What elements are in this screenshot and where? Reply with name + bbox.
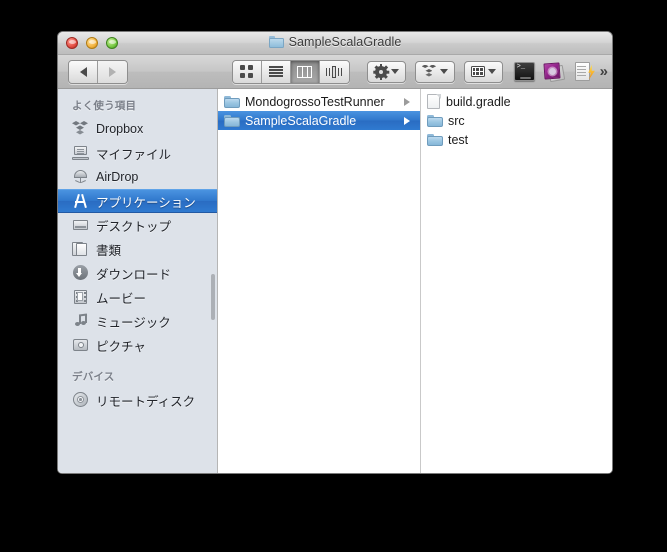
coverflow-icon: [326, 65, 343, 78]
arrange-button[interactable]: [463, 60, 503, 83]
dropbox-icon: [72, 121, 89, 137]
music-icon: [72, 313, 89, 329]
list-icon: [268, 66, 283, 77]
list-item[interactable]: build.gradle: [421, 92, 612, 111]
sidebar-item-desktop[interactable]: デスクトップ: [58, 213, 217, 237]
list-item[interactable]: src: [421, 111, 612, 130]
window-body: よく使う項目 Dropbox マイファイル AirDrop アプリケーション デ…: [58, 89, 612, 473]
movies-icon: [72, 289, 89, 305]
forward-button[interactable]: [98, 60, 127, 83]
chevron-right-icon: [404, 97, 416, 106]
chevron-down-icon: [390, 69, 399, 74]
dropbox-button[interactable]: [414, 60, 455, 83]
chevron-right-icon: [109, 66, 116, 77]
window-titlebar[interactable]: SampleScalaGradle: [58, 32, 612, 55]
column-browser: MondogrossoTestRunner SampleScalaGradle …: [218, 89, 612, 473]
my-files-icon: [72, 145, 89, 161]
arrange-grid-icon: [470, 66, 485, 77]
item-label: build.gradle: [446, 94, 511, 109]
item-label: SampleScalaGradle: [245, 113, 357, 128]
folder-icon: [224, 95, 240, 108]
sidebar-item-label: リモートディスク: [96, 394, 196, 409]
sidebar-item-label: ピクチャ: [96, 339, 146, 354]
folder-icon: [224, 114, 240, 127]
folder-icon: [427, 133, 443, 146]
terminal-icon[interactable]: [513, 62, 535, 81]
photo-app-icon[interactable]: [543, 61, 566, 82]
sidebar-item-downloads[interactable]: ダウンロード: [58, 261, 217, 285]
desktop-icon: [72, 217, 89, 233]
file-icon: [427, 94, 441, 109]
toolbar-overflow-button[interactable]: »: [600, 64, 608, 79]
sidebar-item-label: ダウンロード: [96, 267, 172, 282]
sidebar-section-favorites-header: よく使う項目: [72, 100, 137, 112]
sidebar-item-movies[interactable]: ムービー: [58, 285, 217, 309]
sidebar-item-label: Dropbox: [96, 122, 144, 136]
sidebar-item-label: ミュージック: [96, 315, 171, 330]
sidebar-section-devices-header: デバイス: [72, 371, 115, 383]
applications-icon: [72, 193, 89, 209]
sidebar-scrollbar[interactable]: [211, 274, 215, 320]
folder-icon: [427, 114, 443, 127]
grid-icon: [240, 65, 254, 78]
sidebar-item-label: アプリケーション: [96, 195, 196, 210]
sidebar-item-music[interactable]: ミュージック: [58, 309, 217, 333]
column-view-button[interactable]: [290, 60, 320, 83]
icon-view-button[interactable]: [232, 60, 262, 83]
sidebar-item-documents[interactable]: 書類: [58, 237, 217, 261]
sidebar-item-airdrop[interactable]: AirDrop: [58, 165, 217, 189]
list-item[interactable]: test: [421, 130, 612, 149]
window-controls: [66, 37, 118, 49]
doc-lightning-icon[interactable]: [574, 61, 596, 82]
browser-column-2: build.gradle src test: [421, 89, 612, 473]
item-label: test: [448, 132, 469, 147]
folder-icon: [268, 36, 284, 48]
minimize-button[interactable]: [86, 37, 98, 49]
list-view-button[interactable]: [261, 60, 291, 83]
sidebar-item-label: マイファイル: [96, 147, 172, 162]
finder-window: SampleScalaGradle >_ » よく使う項目 Dropbox マイ…: [57, 31, 613, 474]
coverflow-view-button[interactable]: [319, 60, 349, 83]
chevron-left-icon: [79, 66, 87, 77]
sidebar-item-label: デスクトップ: [96, 219, 172, 234]
finder-toolbar: »: [58, 55, 612, 89]
remote-disk-icon: [72, 392, 89, 408]
sidebar-item-label: AirDrop: [96, 170, 139, 184]
sidebar-item-label: ムービー: [96, 291, 147, 306]
sidebar-item-dropbox[interactable]: Dropbox: [58, 117, 217, 141]
item-label: MondogrossoTestRunner: [245, 94, 385, 109]
list-item[interactable]: SampleScalaGradle: [218, 111, 420, 130]
finder-sidebar: よく使う項目 Dropbox マイファイル AirDrop アプリケーション デ…: [58, 89, 218, 473]
page-title: SampleScalaGradle: [288, 35, 402, 49]
close-button[interactable]: [66, 37, 78, 49]
sidebar-item-remote-disk[interactable]: リモートディスク: [58, 388, 217, 412]
gear-icon: [372, 63, 389, 80]
airdrop-icon: [72, 169, 89, 185]
dropbox-icon: [421, 64, 437, 79]
list-item[interactable]: MondogrossoTestRunner: [218, 92, 420, 111]
item-label: src: [448, 113, 465, 128]
pictures-icon: [72, 337, 89, 353]
sidebar-item-my-files[interactable]: マイファイル: [58, 141, 217, 165]
zoom-button[interactable]: [106, 37, 118, 49]
view-mode-group: [231, 59, 350, 84]
chevron-down-icon: [439, 69, 448, 74]
window-title-group: SampleScalaGradle: [58, 35, 612, 49]
downloads-icon: [72, 265, 89, 281]
navigation-buttons: [68, 59, 128, 84]
chevron-right-icon: [404, 116, 416, 125]
browser-column-1: MondogrossoTestRunner SampleScalaGradle: [218, 89, 421, 473]
columns-icon: [297, 65, 313, 78]
sidebar-item-applications[interactable]: アプリケーション: [58, 189, 217, 213]
sidebar-item-label: 書類: [96, 243, 122, 258]
sidebar-item-pictures[interactable]: ピクチャ: [58, 333, 217, 357]
documents-icon: [72, 241, 89, 257]
chevron-down-icon: [487, 69, 496, 74]
back-button[interactable]: [69, 60, 98, 83]
action-menu-button[interactable]: [366, 60, 406, 83]
